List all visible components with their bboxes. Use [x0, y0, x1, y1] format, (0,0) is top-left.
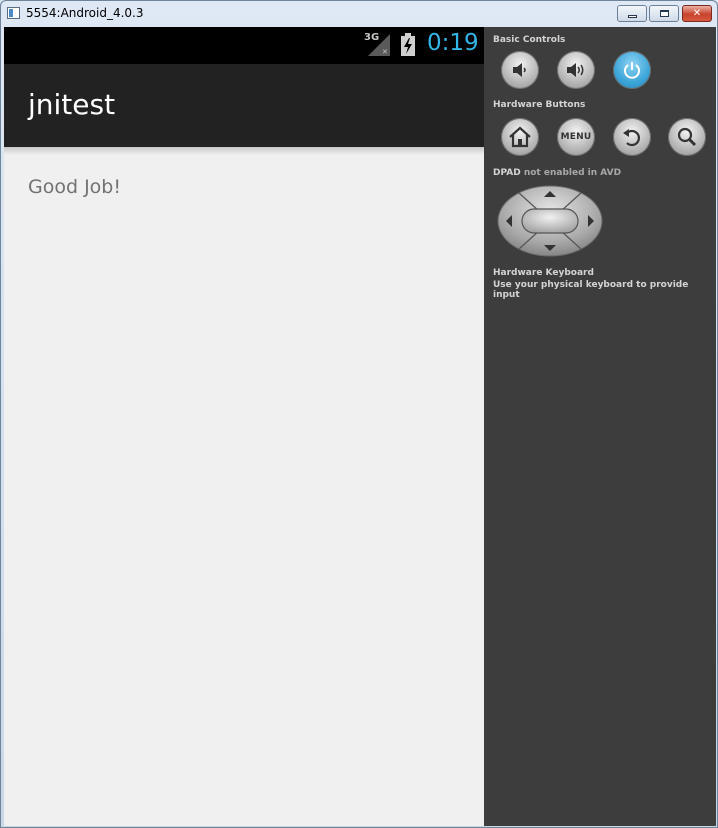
- battery-charging-icon: [401, 33, 415, 56]
- app-title: jnitest: [28, 88, 116, 121]
- window-title: 5554:Android_4.0.3: [26, 6, 144, 20]
- android-screen[interactable]: 3G ✕ 0:19 jnitest Good Job!: [4, 27, 484, 826]
- status-bar: 3G ✕ 0:19: [4, 27, 484, 64]
- volume-down-button[interactable]: [501, 51, 539, 89]
- dpad-control[interactable]: [497, 185, 603, 257]
- app-window-icon: [7, 7, 20, 19]
- dpad-label-text: DPAD: [493, 168, 521, 178]
- emulator-window: 5554:Android_4.0.3 ✕ 3G ✕ 0:19 jnitest G…: [0, 0, 718, 828]
- volume-down-icon: [513, 63, 526, 77]
- close-button[interactable]: ✕: [682, 5, 712, 22]
- volume-up-icon: [567, 63, 584, 77]
- dpad-label: DPAD not enabled in AVD: [493, 168, 621, 178]
- network-type-label: 3G: [364, 32, 380, 43]
- message-text: Good Job!: [28, 176, 121, 198]
- status-clock: 0:19: [427, 30, 479, 56]
- power-button[interactable]: [613, 51, 651, 89]
- dpad-status-text: not enabled in AVD: [523, 168, 622, 178]
- menu-button-label: MENU: [560, 132, 592, 142]
- hardware-keyboard-label: Hardware Keyboard: [493, 268, 594, 278]
- volume-up-button[interactable]: [557, 51, 595, 89]
- menu-button[interactable]: MENU: [557, 118, 595, 156]
- minimize-icon: [627, 15, 637, 18]
- no-data-icon: ✕: [382, 48, 388, 56]
- close-icon: ✕: [692, 7, 702, 19]
- back-button[interactable]: [613, 118, 651, 156]
- basic-controls-label: Basic Controls: [493, 35, 566, 45]
- home-button[interactable]: [501, 118, 539, 156]
- title-bar[interactable]: 5554:Android_4.0.3 ✕: [1, 1, 717, 27]
- signal-icon: 3G ✕: [362, 30, 392, 58]
- home-icon: [509, 126, 531, 148]
- emulator-content: 3G ✕ 0:19 jnitest Good Job! Basic Contro…: [4, 27, 716, 826]
- back-icon: [623, 129, 640, 147]
- search-button[interactable]: [668, 118, 706, 156]
- control-panel: Basic Controls Hardware Buttons MENU DPA…: [484, 27, 716, 826]
- search-icon: [677, 127, 697, 147]
- minimize-button[interactable]: [617, 5, 647, 22]
- action-bar-shadow: [4, 147, 484, 155]
- power-icon: [624, 62, 640, 79]
- maximize-button[interactable]: [649, 5, 679, 22]
- hardware-keyboard-description: Use your physical keyboard to provide in…: [493, 280, 689, 300]
- hardware-buttons-label: Hardware Buttons: [493, 100, 586, 110]
- maximize-icon: [659, 10, 669, 17]
- action-bar: jnitest: [4, 64, 484, 147]
